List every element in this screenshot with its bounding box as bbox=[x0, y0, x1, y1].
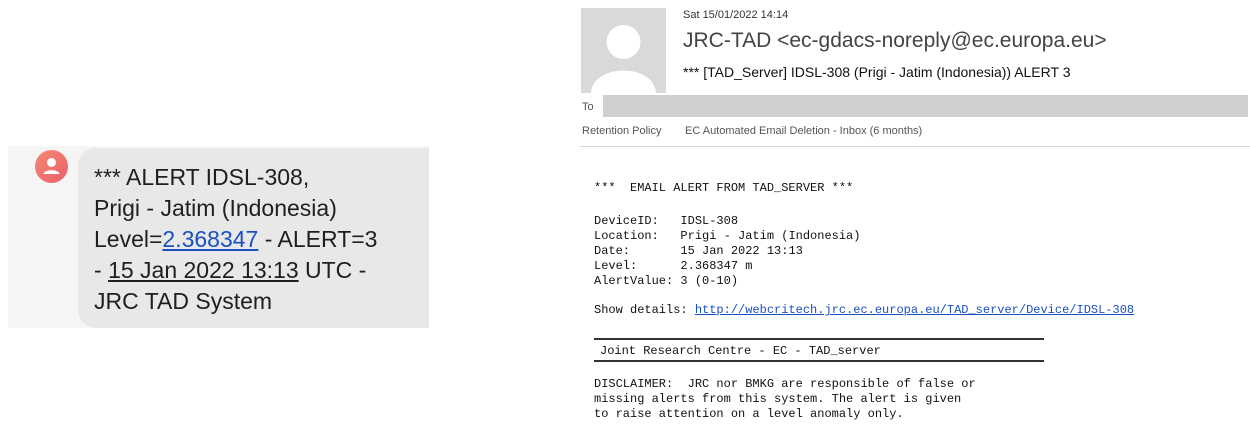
show-details-link[interactable]: http://webcritech.jrc.ec.europa.eu/TAD_s… bbox=[695, 303, 1134, 317]
retention-policy-value: EC Automated Email Deletion - Inbox (6 m… bbox=[685, 125, 923, 137]
footer-separator-top bbox=[594, 338, 1044, 342]
field-device-id: DeviceID: IDSL-308 bbox=[594, 215, 738, 227]
field-value: IDSL-308 bbox=[680, 214, 739, 228]
show-details-line: Show details: http://webcritech.jrc.ec.e… bbox=[594, 304, 1134, 316]
field-label: Level: bbox=[594, 259, 681, 273]
email-divider bbox=[580, 146, 1250, 147]
field-level: Level: 2.368347 m bbox=[594, 260, 752, 272]
field-location: Location: Prigi - Jatim (Indonesia) bbox=[594, 230, 860, 242]
field-label: Location: bbox=[594, 229, 681, 243]
person-silhouette-icon bbox=[591, 25, 656, 93]
field-label: DeviceID: bbox=[594, 214, 681, 228]
field-value: Prigi - Jatim (Indonesia) bbox=[680, 229, 861, 243]
email-to-label: To bbox=[582, 101, 594, 113]
disclaimer-line-1: DISCLAIMER: JRC nor BMKG are responsible… bbox=[594, 377, 976, 391]
disclaimer-line-3: to raise attention on a level anomaly on… bbox=[594, 407, 904, 421]
email-date: Sat 15/01/2022 14:14 bbox=[683, 9, 789, 21]
contact-avatar[interactable] bbox=[35, 150, 68, 183]
sms-message-text: *** ALERT IDSL-308, Prigi - Jatim (Indon… bbox=[94, 162, 424, 317]
sms-line-1: *** ALERT IDSL-308, bbox=[94, 164, 310, 190]
sender-avatar bbox=[581, 8, 666, 93]
sms-message-bubble[interactable]: *** ALERT IDSL-308, Prigi - Jatim (Indon… bbox=[78, 148, 429, 328]
sms-line-5: JRC TAD System bbox=[94, 288, 273, 314]
sms-datetime-link[interactable]: 15 Jan 2022 13:13 bbox=[108, 257, 299, 283]
sms-line-2: Prigi - Jatim (Indonesia) bbox=[94, 195, 337, 221]
field-date: Date: 15 Jan 2022 13:13 bbox=[594, 245, 803, 257]
sms-level-link[interactable]: 2.368347 bbox=[162, 226, 258, 252]
email-subject: *** [TAD_Server] IDSL-308 (Prigi - Jatim… bbox=[683, 64, 1071, 80]
footer-title: Joint Research Centre - EC - TAD_server bbox=[600, 344, 881, 358]
email-sender[interactable]: JRC-TAD <ec-gdacs-noreply@ec.europa.eu> bbox=[683, 29, 1107, 53]
sms-panel: *** ALERT IDSL-308, Prigi - Jatim (Indon… bbox=[8, 146, 429, 328]
sms-line-3: Level=2.368347 - ALERT=3 bbox=[94, 224, 424, 255]
sms-level-prefix: Level= bbox=[94, 226, 163, 252]
field-value: 3 (0-10) bbox=[680, 274, 739, 288]
field-alert-value: AlertValue: 3 (0-10) bbox=[594, 275, 738, 287]
retention-policy-label: Retention Policy bbox=[582, 125, 662, 137]
sms-dash: - bbox=[94, 257, 109, 283]
field-label: AlertValue: bbox=[594, 274, 681, 288]
footer-separator-bottom bbox=[594, 360, 1044, 364]
email-body-heading: *** EMAIL ALERT FROM TAD_SERVER *** bbox=[594, 181, 854, 195]
disclaimer-line-2: missing alerts from this system. The ale… bbox=[594, 392, 962, 406]
sms-timezone: UTC - bbox=[298, 257, 367, 283]
show-details-label: Show details: bbox=[594, 303, 695, 317]
person-icon bbox=[43, 158, 60, 174]
email-to-recipients-redacted bbox=[603, 95, 1248, 117]
sms-alert-value: - ALERT=3 bbox=[258, 226, 378, 252]
field-value: 2.368347 m bbox=[680, 259, 753, 273]
sms-line-4: - 15 Jan 2022 13:13 UTC - bbox=[94, 255, 424, 286]
field-value: 15 Jan 2022 13:13 bbox=[680, 244, 803, 258]
field-label: Date: bbox=[594, 244, 681, 258]
